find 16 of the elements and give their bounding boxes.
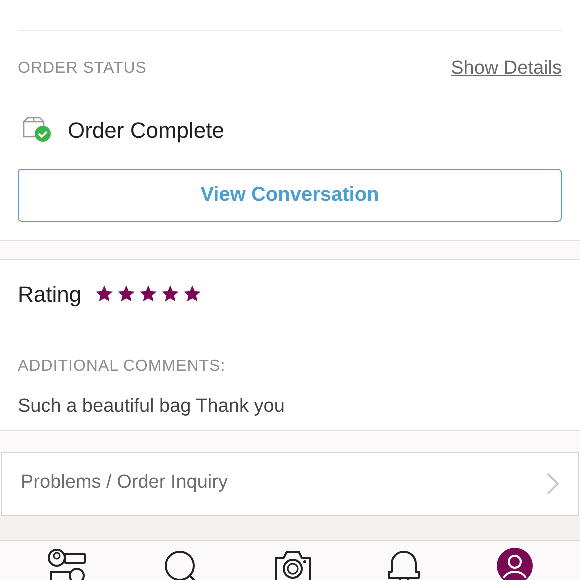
order-status-text: Order Complete: [68, 116, 225, 145]
section-heading: ORDER STATUS: [18, 59, 147, 80]
chevron-right-icon: [547, 472, 559, 494]
show-details-link[interactable]: Show Details: [451, 55, 562, 84]
package-check-icon: [22, 117, 52, 143]
comments-heading: ADDITIONAL COMMENTS:: [18, 356, 227, 376]
star-icon: [160, 284, 181, 304]
rating-label: Rating: [18, 280, 82, 309]
star-icon: [94, 284, 115, 304]
star-icon: [116, 284, 137, 304]
star-icon: [182, 284, 203, 304]
inquiry-row[interactable]: Problems / Order Inquiry: [1, 452, 579, 516]
star-icon: [138, 284, 159, 304]
view-conversation-button[interactable]: View Conversation: [18, 168, 562, 222]
comment-text: Such a beautiful bag Thank you: [18, 394, 286, 418]
profile-icon[interactable]: [496, 548, 533, 580]
